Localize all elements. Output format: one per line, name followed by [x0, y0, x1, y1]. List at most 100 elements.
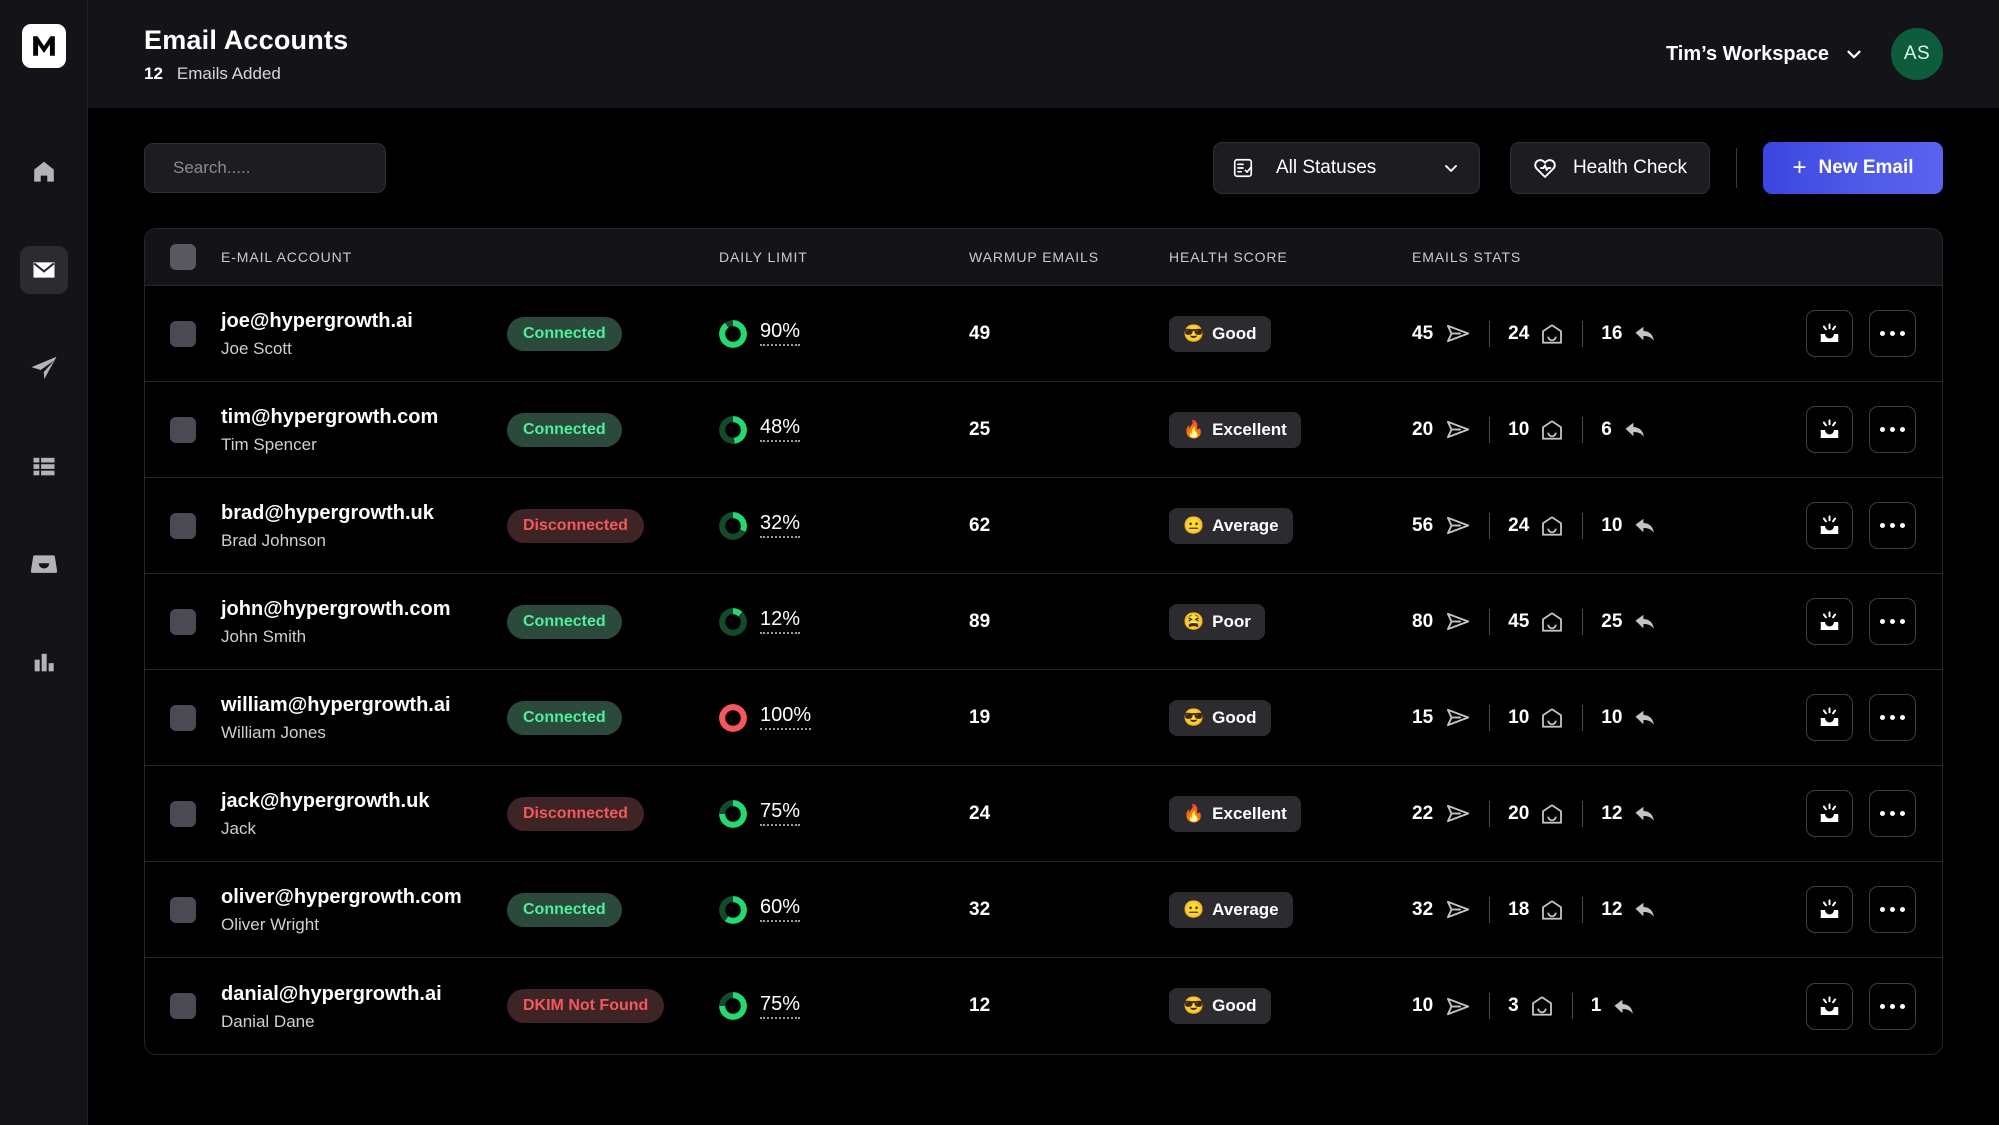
- warmup-inbox-button[interactable]: [1806, 886, 1853, 933]
- inbox-down-icon: [1817, 609, 1842, 634]
- status-filter-dropdown[interactable]: All Statuses: [1213, 142, 1480, 194]
- health-score-badge: 😎Good: [1169, 316, 1271, 352]
- sidebar-item-lists[interactable]: [20, 442, 68, 490]
- status-filter-label: All Statuses: [1276, 157, 1431, 179]
- warmup-inbox-button[interactable]: [1806, 310, 1853, 357]
- stats-group: 452416: [1412, 320, 1772, 347]
- row-checkbox[interactable]: [170, 705, 196, 731]
- row-more-button[interactable]: [1869, 310, 1916, 357]
- row-select-cell: [145, 993, 221, 1019]
- warmup-inbox-button[interactable]: [1806, 502, 1853, 549]
- inbox-down-icon: [1817, 897, 1842, 922]
- row-checkbox[interactable]: [170, 897, 196, 923]
- stat-opened: 10: [1508, 706, 1564, 730]
- row-checkbox[interactable]: [170, 417, 196, 443]
- opened-icon: [1540, 802, 1564, 826]
- warmup-inbox-button[interactable]: [1806, 790, 1853, 837]
- health-label: Good: [1212, 996, 1256, 1016]
- health-label: Poor: [1212, 612, 1251, 632]
- row-checkbox[interactable]: [170, 609, 196, 635]
- table-row[interactable]: jack@hypergrowth.ukJackDisconnected75%24…: [145, 766, 1942, 862]
- row-checkbox[interactable]: [170, 321, 196, 347]
- status-badge: Connected: [507, 413, 622, 447]
- replied-icon: [1633, 513, 1658, 538]
- account-email: john@hypergrowth.com: [221, 596, 507, 622]
- workspace-switcher[interactable]: Tim’s Workspace: [1666, 43, 1865, 66]
- table-row[interactable]: joe@hypergrowth.aiJoe ScottConnected90%4…: [145, 286, 1942, 382]
- sent-count: 20: [1412, 419, 1433, 441]
- warmup-inbox-button[interactable]: [1806, 406, 1853, 453]
- account-cell: william@hypergrowth.aiWilliam Jones: [221, 692, 507, 743]
- status-cell: Connected: [507, 893, 719, 927]
- sidebar-item-analytics[interactable]: [20, 638, 68, 686]
- daily-limit-cell: 12%: [719, 608, 969, 636]
- status-badge: DKIM Not Found: [507, 989, 664, 1023]
- sidebar-item-campaigns[interactable]: [20, 344, 68, 392]
- account-email: tim@hypergrowth.com: [221, 404, 507, 430]
- warmup-cell: 24: [969, 803, 1169, 825]
- row-more-button[interactable]: [1869, 886, 1916, 933]
- table-row[interactable]: william@hypergrowth.aiWilliam JonesConne…: [145, 670, 1942, 766]
- row-actions: [1772, 406, 1942, 453]
- account-email: william@hypergrowth.ai: [221, 692, 507, 718]
- row-more-button[interactable]: [1869, 502, 1916, 549]
- row-checkbox[interactable]: [170, 993, 196, 1019]
- status-badge: Disconnected: [507, 509, 644, 543]
- stats-cell: 22 20 12: [1412, 800, 1772, 827]
- select-all-checkbox[interactable]: [170, 244, 196, 270]
- toolbar: All Statuses Health Check: [144, 108, 1943, 228]
- toolbar-actions: All Statuses Health Check: [1213, 142, 1943, 194]
- health-score-badge: 😐Average: [1169, 892, 1293, 928]
- search-input[interactable]: [173, 158, 394, 178]
- avatar[interactable]: AS: [1891, 28, 1943, 80]
- table-row[interactable]: john@hypergrowth.comJohn SmithConnected1…: [145, 574, 1942, 670]
- row-more-button[interactable]: [1869, 406, 1916, 453]
- warmup-value: 32: [969, 899, 990, 920]
- stats-group: 22 20 12: [1412, 800, 1772, 827]
- stat-opened: 20: [1508, 802, 1564, 826]
- warmup-inbox-button[interactable]: [1806, 983, 1853, 1030]
- warmup-inbox-button[interactable]: [1806, 694, 1853, 741]
- table-row[interactable]: tim@hypergrowth.comTim SpencerConnected4…: [145, 382, 1942, 478]
- daily-limit-ring: [719, 416, 747, 444]
- table-row[interactable]: danial@hypergrowth.aiDanial DaneDKIM Not…: [145, 958, 1942, 1054]
- row-more-button[interactable]: [1869, 694, 1916, 741]
- inbox-down-icon: [1817, 321, 1842, 346]
- more-icon: [1880, 619, 1905, 624]
- warmup-inbox-button[interactable]: [1806, 598, 1853, 645]
- row-checkbox[interactable]: [170, 801, 196, 827]
- sidebar-item-home[interactable]: [20, 148, 68, 196]
- new-email-button[interactable]: + New Email: [1763, 142, 1943, 194]
- more-icon: [1880, 715, 1905, 720]
- inbox-down-icon: [1817, 417, 1842, 442]
- row-more-button[interactable]: [1869, 598, 1916, 645]
- sent-count: 10: [1412, 995, 1433, 1017]
- stat-replied: 1: [1591, 994, 1638, 1019]
- inbox-down-icon: [1817, 994, 1842, 1019]
- sent-icon: [1444, 993, 1471, 1020]
- chevron-down-icon: [1843, 43, 1865, 65]
- warmup-value: 12: [969, 995, 990, 1016]
- row-select-cell: [145, 417, 221, 443]
- opened-icon: [1540, 706, 1564, 730]
- health-score-badge: 😐Average: [1169, 508, 1293, 544]
- sidebar-item-inbox[interactable]: [20, 540, 68, 588]
- replied-count: 12: [1601, 803, 1622, 825]
- column-header-health-score: HEALTH SCORE: [1169, 249, 1412, 265]
- account-cell: oliver@hypergrowth.comOliver Wright: [221, 884, 507, 935]
- table-row[interactable]: oliver@hypergrowth.comOliver WrightConne…: [145, 862, 1942, 958]
- sidebar-item-email-accounts[interactable]: [20, 246, 68, 294]
- stat-divider: [1572, 993, 1573, 1019]
- inbox-icon: [29, 549, 59, 579]
- row-more-button[interactable]: [1869, 983, 1916, 1030]
- search-box[interactable]: [144, 143, 386, 193]
- mail-logo[interactable]: [22, 24, 66, 68]
- row-more-button[interactable]: [1869, 790, 1916, 837]
- sent-icon: [1444, 800, 1471, 827]
- more-icon: [1880, 523, 1905, 528]
- row-checkbox[interactable]: [170, 513, 196, 539]
- account-cell: danial@hypergrowth.aiDanial Dane: [221, 981, 507, 1032]
- table-row[interactable]: brad@hypergrowth.ukBrad JohnsonDisconnec…: [145, 478, 1942, 574]
- health-check-button[interactable]: Health Check: [1510, 142, 1710, 194]
- stat-sent: 22: [1412, 800, 1471, 827]
